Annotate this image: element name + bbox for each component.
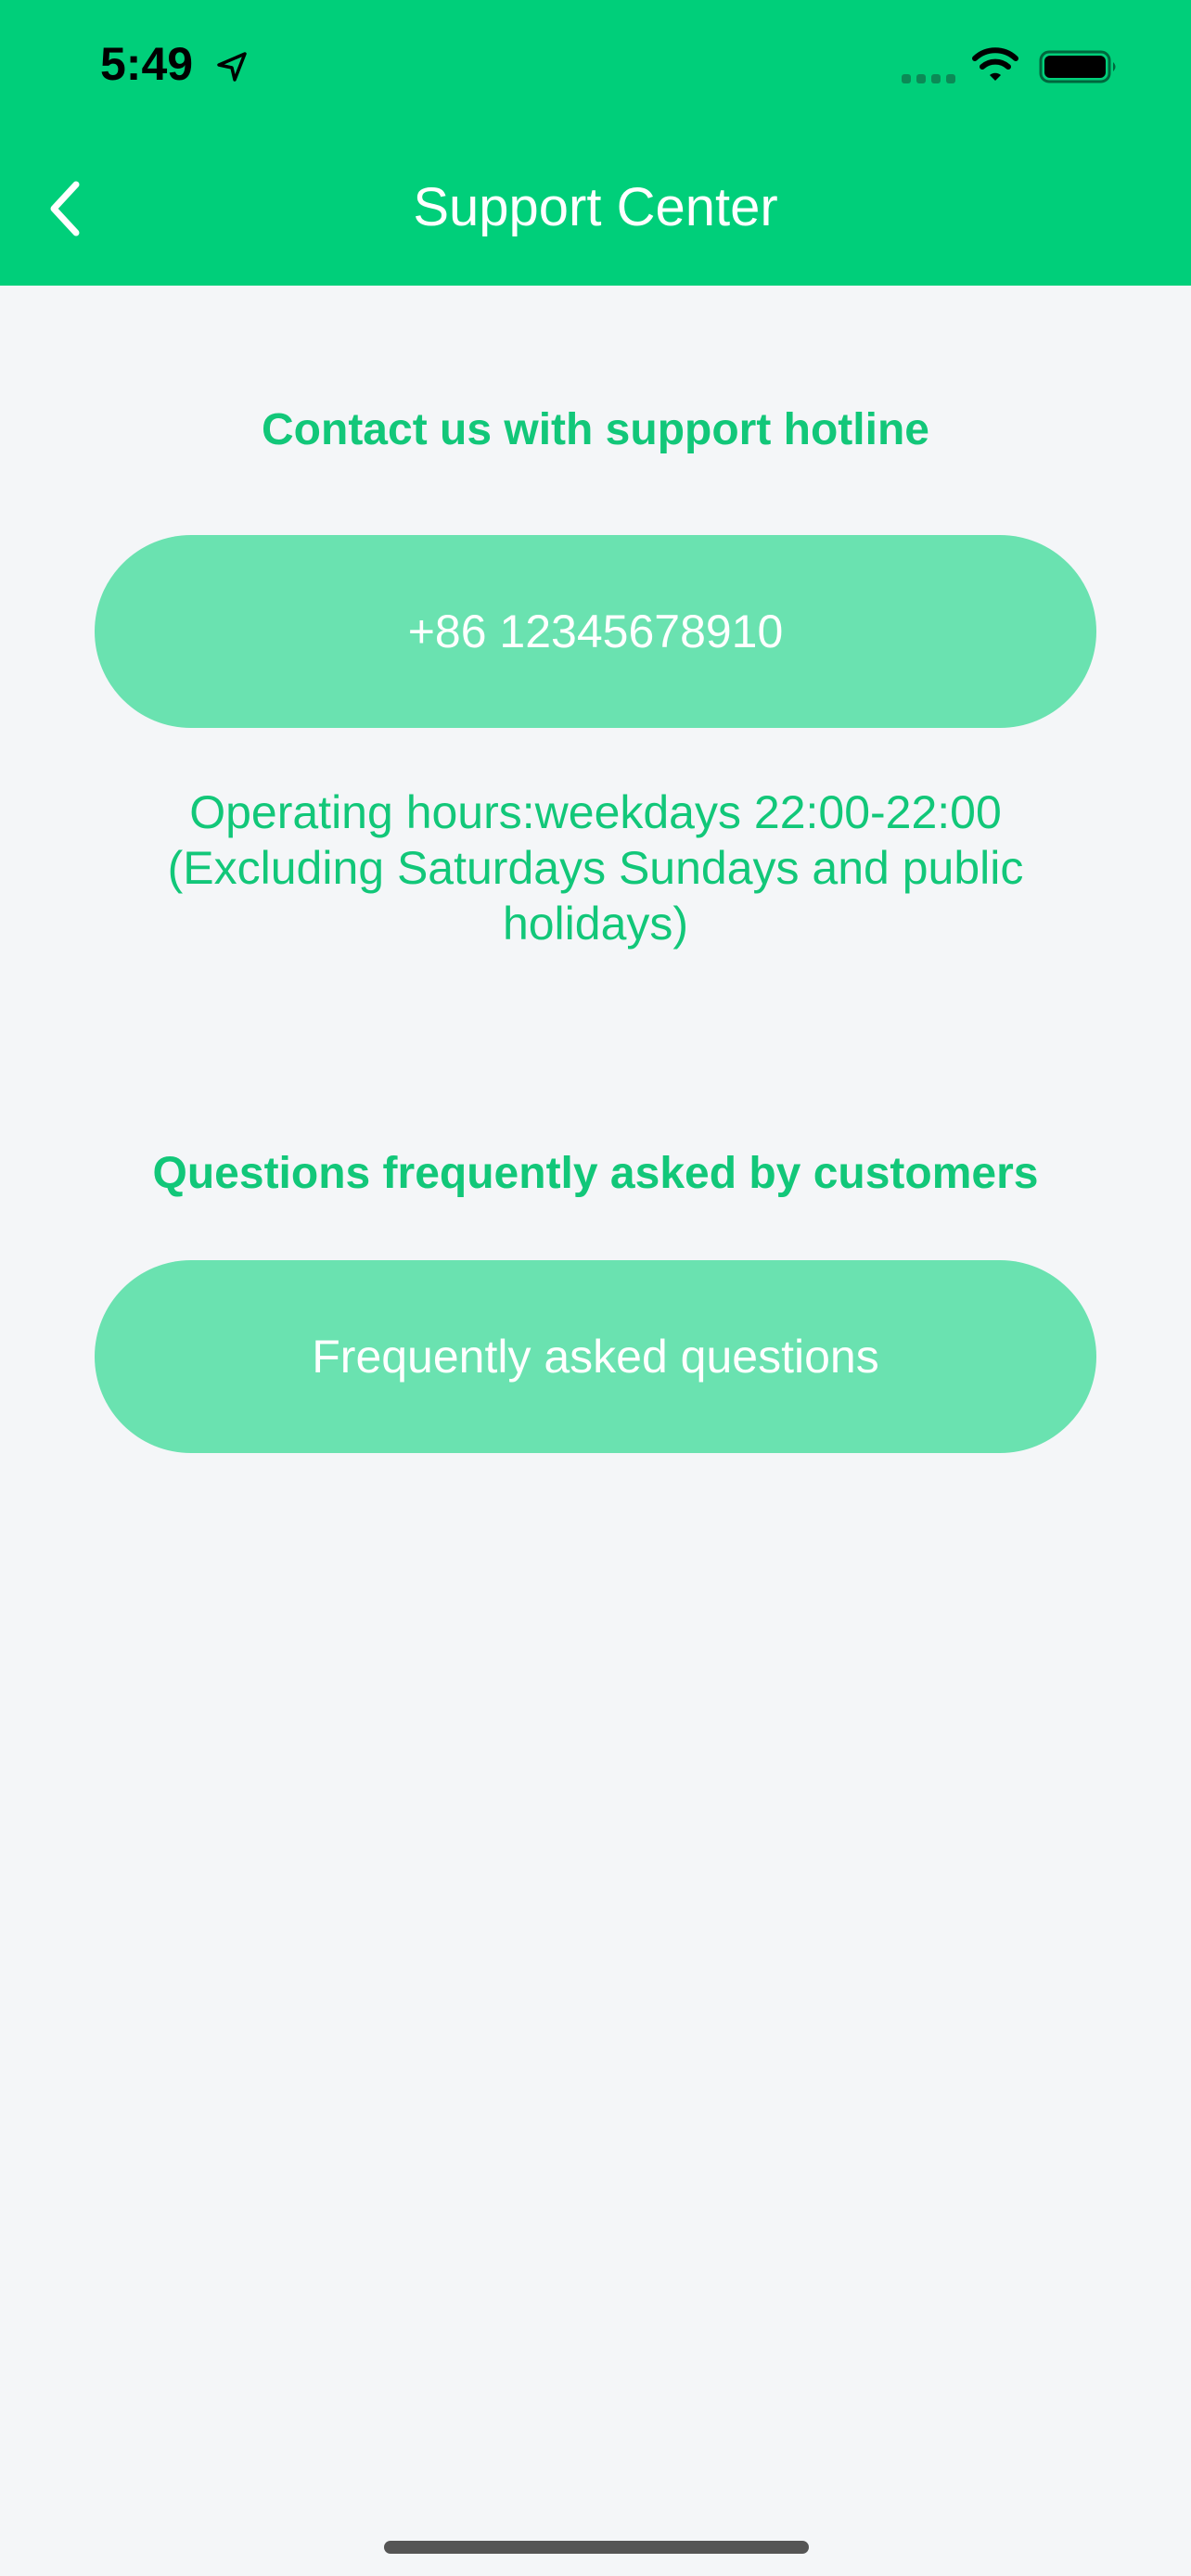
status-time: 5:49 bbox=[100, 38, 194, 90]
location-arrow-icon bbox=[217, 52, 247, 82]
hours-line: (Excluding Saturdays Sundays and public bbox=[167, 842, 1024, 894]
call-hotline-button[interactable]: +86 12345678910 bbox=[95, 535, 1096, 728]
cellular-signal-icon bbox=[902, 74, 955, 83]
hotline-heading: Contact us with support hotline bbox=[262, 405, 929, 454]
wifi-icon bbox=[972, 47, 1018, 81]
home-indicator[interactable] bbox=[384, 2541, 809, 2554]
operating-hours-text: Operating hours:weekdays 22:00-22:00 (Ex… bbox=[111, 784, 1080, 951]
page-title: Support Center bbox=[413, 177, 778, 237]
faq-button[interactable]: Frequently asked questions bbox=[95, 1260, 1096, 1453]
battery-icon bbox=[1039, 50, 1116, 83]
faq-heading: Questions frequently asked by customers bbox=[152, 1149, 1039, 1198]
hours-line: Operating hours:weekdays 22:00-22:00 bbox=[189, 786, 1002, 838]
hours-line: holidays) bbox=[502, 898, 689, 950]
header-bar: 5:49 Support Center bbox=[0, 0, 1191, 286]
